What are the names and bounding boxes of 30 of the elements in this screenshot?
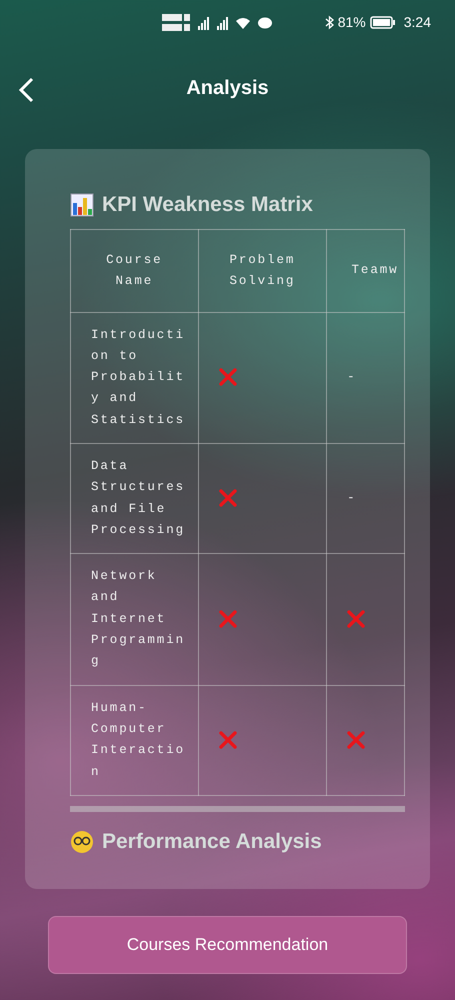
cross-icon bbox=[218, 610, 237, 628]
table-cell: - bbox=[347, 491, 356, 506]
section-title: Performance Analysis bbox=[102, 828, 322, 855]
section-title: KPI Weakness Matrix bbox=[102, 192, 313, 218]
cross-icon bbox=[347, 610, 366, 628]
signal-icon bbox=[217, 16, 228, 30]
bar-chart-icon bbox=[70, 192, 94, 217]
cross-icon bbox=[218, 368, 237, 386]
clock-time: 3:24 bbox=[404, 13, 431, 32]
cross-icon bbox=[218, 489, 237, 508]
course-name: Introduction to Probability and Statistics bbox=[91, 328, 186, 427]
course-name: Data Structures and File Processing bbox=[91, 458, 186, 537]
message-icon bbox=[258, 16, 272, 28]
cross-icon bbox=[218, 730, 237, 749]
page-title: Analysis bbox=[186, 76, 269, 101]
courses-recommendation-button[interactable]: Courses Recommendation bbox=[48, 916, 407, 974]
cross-icon bbox=[347, 730, 366, 749]
bluetooth-icon bbox=[324, 15, 334, 30]
signal-icon bbox=[198, 16, 209, 30]
face-icon bbox=[70, 830, 94, 854]
battery-icon bbox=[370, 16, 396, 29]
column-header: Teamw bbox=[352, 263, 399, 277]
wifi-icon bbox=[236, 16, 250, 28]
sim-status-icon bbox=[162, 14, 190, 32]
course-name: Human-Computer Interaction bbox=[91, 700, 186, 779]
column-header: Problem Solving bbox=[229, 252, 296, 288]
course-name: Network and Internet Programming bbox=[91, 569, 186, 668]
column-header: Course Name bbox=[106, 252, 163, 288]
battery-percentage: 81% bbox=[338, 13, 366, 32]
table-cell: - bbox=[347, 370, 356, 384]
